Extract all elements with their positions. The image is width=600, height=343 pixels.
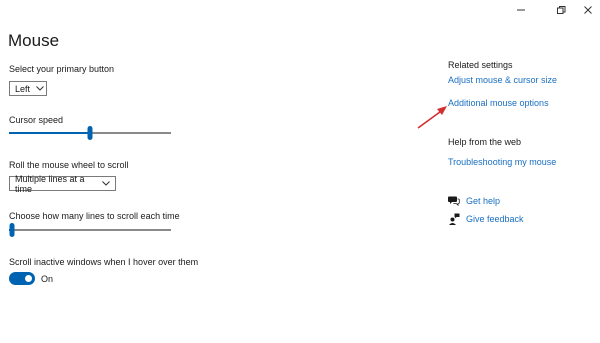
primary-button-value: Left [15,83,31,94]
scroll-wheel-value: Multiple lines at a time [15,173,85,194]
troubleshooting-mouse-link[interactable]: Troubleshooting my mouse [448,157,556,167]
annotation-arrow-icon [417,106,447,129]
restore-icon [557,6,566,14]
feedback-person-icon [448,213,460,225]
primary-button-label: Select your primary button [9,64,115,74]
chevron-down-icon [102,181,110,186]
get-help-link[interactable]: Get help [466,196,500,206]
minimize-icon [517,9,525,11]
adjust-mouse-cursor-size-link[interactable]: Adjust mouse & cursor size [448,75,557,85]
toggle-knob [25,275,32,282]
inactive-scroll-label: Scroll inactive windows when I hover ove… [9,257,199,267]
minimize-button[interactable] [505,0,537,20]
help-from-web-heading: Help from the web [448,137,522,147]
related-settings-heading: Related settings [448,60,513,70]
lines-to-scroll-slider[interactable] [9,223,171,237]
slider-track [9,229,171,231]
chat-help-icon [448,195,460,207]
cursor-speed-label: Cursor speed [9,115,64,125]
additional-mouse-options-link[interactable]: Additional mouse options [448,98,549,108]
close-icon [584,6,592,14]
title-bar [0,0,600,20]
scroll-wheel-dropdown[interactable]: Multiple lines at a time [9,173,116,194]
get-help-row[interactable]: Get help [448,195,500,207]
lines-to-scroll-label: Choose how many lines to scroll each tim… [9,211,180,221]
page-title: Mouse [8,31,60,50]
scroll-wheel-label: Roll the mouse wheel to scroll [9,160,129,170]
slider-thumb[interactable] [87,126,93,140]
give-feedback-link[interactable]: Give feedback [466,214,524,224]
slider-fill [9,132,90,134]
chevron-down-icon [36,86,44,91]
give-feedback-row[interactable]: Give feedback [448,213,524,225]
toggle-state-text: On [41,274,54,284]
cursor-speed-slider[interactable] [9,126,171,140]
primary-button-dropdown[interactable]: Left [9,81,47,96]
slider-thumb[interactable] [9,223,15,237]
inactive-scroll-toggle[interactable] [9,272,35,285]
close-button[interactable] [572,0,600,20]
